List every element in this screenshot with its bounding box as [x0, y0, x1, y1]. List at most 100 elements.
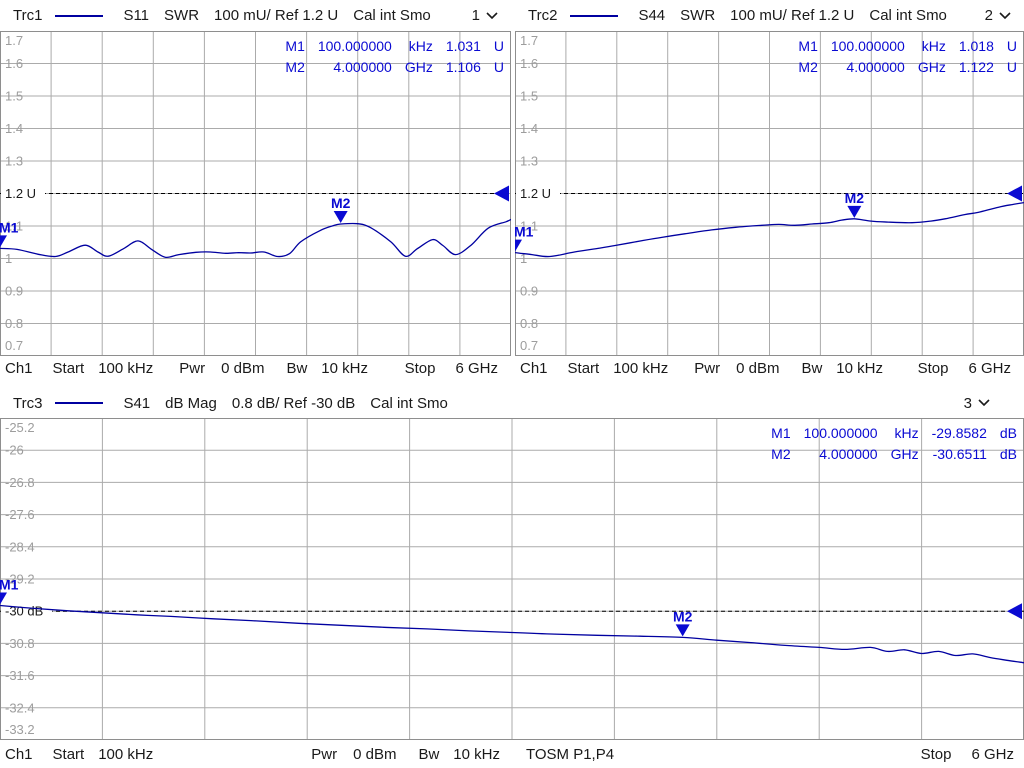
start-value[interactable]: 100 kHz: [613, 360, 668, 377]
cal-info-label[interactable]: TOSM P1,P4: [526, 746, 614, 763]
marker-name: M2: [771, 446, 791, 462]
marker-readout[interactable]: M1 100.000000 kHz 1.018 U M2 4.000000 GHz 1.122 U: [798, 36, 1018, 78]
marker-readout-row: M1 100.000000 kHz 1.031 U: [285, 36, 505, 57]
vna-trace-display: Trc1 S11 SWR 100 mU/ Ref 1.2 U Cal int S…: [0, 0, 1024, 768]
y-axis-tick-label: -27.6: [5, 507, 35, 522]
y-axis-tick-label: 1.7: [520, 33, 538, 48]
bandwidth-value[interactable]: 10 kHz: [453, 746, 500, 763]
start-value[interactable]: 100 kHz: [98, 360, 153, 377]
marker-response-unit: U: [493, 59, 504, 75]
channel-label[interactable]: Ch1: [5, 746, 33, 763]
marker-name: M2: [798, 59, 818, 75]
power-value[interactable]: 0 dBm: [353, 746, 396, 763]
plot-area-trc1: 1.7 1.6 1.5 1.4 1.3 1.2 U 1.1 1 0.9 0.8 0.7 M1 M2 M1…: [0, 31, 511, 356]
y-axis-tick-label: -26.8: [5, 475, 35, 490]
scale-ref-label[interactable]: 100 mU/ Ref 1.2 U: [730, 7, 854, 24]
bandwidth-value[interactable]: 10 kHz: [321, 360, 368, 377]
channel-footer: Ch1 Start 100 kHz Pwr 0 dBm Bw 10 kHz St…: [515, 356, 1024, 380]
y-axis-tick-label: -33.2: [5, 722, 35, 737]
bandwidth-label[interactable]: Bw: [286, 360, 307, 377]
stop-value[interactable]: 6 GHz: [968, 360, 1011, 377]
stop-label[interactable]: Stop: [918, 360, 949, 377]
marker-m2-icon[interactable]: M2: [845, 190, 865, 218]
power-label[interactable]: Pwr: [179, 360, 205, 377]
marker-m1-icon[interactable]: M1: [0, 576, 19, 605]
y-axis-tick-label: 1.3: [5, 154, 23, 169]
marker-stimulus-unit: kHz: [894, 425, 919, 441]
plot-area-trc3: -25.2 -26 -26.8 -27.6 -28.4 -29.2 -30 dB -30.8-…: [0, 418, 1024, 740]
format-label[interactable]: SWR: [164, 7, 199, 24]
svg-text:M2: M2: [845, 190, 865, 206]
marker-response: -30.6511: [932, 446, 987, 462]
marker-stimulus-unit: GHz: [917, 59, 946, 75]
marker-stimulus: 100.000000: [803, 425, 878, 441]
trace-header-trc3: Trc3 S41 dB Mag 0.8 dB/ Ref -30 dB Cal i…: [0, 388, 1024, 418]
marker-stimulus: 4.000000: [846, 59, 905, 75]
format-label[interactable]: dB Mag: [165, 395, 217, 412]
channel-selector[interactable]: 2: [985, 7, 1011, 24]
y-axis-tick-label: 1.6: [5, 56, 23, 71]
marker-response: 1.031: [445, 38, 481, 54]
start-label[interactable]: Start: [53, 746, 85, 763]
power-value[interactable]: 0 dBm: [736, 360, 779, 377]
marker-readout[interactable]: M1 100.000000 kHz 1.031 U M2 4.000000 GHz 1.106 U: [285, 36, 505, 78]
panel-trc2: Trc2 S44 SWR 100 mU/ Ref 1.2 U Cal int S…: [515, 0, 1024, 380]
sparam-label[interactable]: S44: [638, 7, 665, 24]
marker-readout-row: M2 4.000000 GHz 1.122 U: [798, 57, 1018, 78]
y-axis-tick-label: 0.8: [5, 316, 23, 331]
stop-value[interactable]: 6 GHz: [455, 360, 498, 377]
power-label[interactable]: Pwr: [311, 746, 337, 763]
channel-selector[interactable]: 3: [964, 395, 990, 412]
power-label[interactable]: Pwr: [694, 360, 720, 377]
chevron-down-icon: [999, 11, 1011, 19]
trace-name-label[interactable]: Trc2: [528, 7, 557, 24]
scale-ref-label[interactable]: 100 mU/ Ref 1.2 U: [214, 7, 338, 24]
bandwidth-value[interactable]: 10 kHz: [836, 360, 883, 377]
marker-response-unit: dB: [999, 446, 1017, 462]
scale-ref-label[interactable]: 0.8 dB/ Ref -30 dB: [232, 395, 355, 412]
marker-name: M2: [285, 59, 305, 75]
trace-header-trc2: Trc2 S44 SWR 100 mU/ Ref 1.2 U Cal int S…: [515, 0, 1024, 31]
ref-level-arrow-icon[interactable]: [494, 185, 509, 202]
top-panel-row: Trc1 S11 SWR 100 mU/ Ref 1.2 U Cal int S…: [0, 0, 1024, 380]
marker-stimulus-unit: GHz: [404, 59, 433, 75]
trace-name-label[interactable]: Trc1: [13, 7, 42, 24]
bandwidth-label[interactable]: Bw: [801, 360, 822, 377]
start-label[interactable]: Start: [53, 360, 85, 377]
ref-level-arrow-icon[interactable]: [1007, 185, 1022, 202]
y-axis-tick-label: 0.8: [520, 316, 538, 331]
format-label[interactable]: SWR: [680, 7, 715, 24]
marker-m1-icon[interactable]: M1: [515, 224, 534, 252]
channel-number: 1: [471, 7, 480, 24]
stop-label[interactable]: Stop: [405, 360, 436, 377]
y-axis-tick-label: -32.4: [5, 700, 35, 715]
trace-header-trc1: Trc1 S11 SWR 100 mU/ Ref 1.2 U Cal int S…: [0, 0, 511, 31]
y-axis-tick-label: 1.4: [5, 121, 23, 136]
marker-m2-icon[interactable]: M2: [331, 195, 351, 224]
stop-label[interactable]: Stop: [921, 746, 952, 763]
sparam-label[interactable]: S11: [123, 7, 149, 24]
marker-name: M1: [798, 38, 818, 54]
bandwidth-label[interactable]: Bw: [418, 746, 439, 763]
start-label[interactable]: Start: [568, 360, 600, 377]
trace-name-label[interactable]: Trc3: [13, 395, 42, 412]
marker-readout[interactable]: M1 100.000000 kHz -29.8582 dB M2 4.000000 GHz -3…: [771, 423, 1018, 465]
marker-m1-icon[interactable]: M1: [0, 219, 19, 248]
marker-readout-row: M1 100.000000 kHz -29.8582 dB: [771, 423, 1018, 444]
marker-stimulus: 4.000000: [333, 59, 392, 75]
channel-label[interactable]: Ch1: [5, 360, 33, 377]
channel-selector[interactable]: 1: [472, 7, 498, 24]
marker-response: -29.8582: [931, 425, 987, 441]
panel-trc1: Trc1 S11 SWR 100 mU/ Ref 1.2 U Cal int S…: [0, 0, 511, 380]
sparam-label[interactable]: S41: [123, 395, 150, 412]
power-value[interactable]: 0 dBm: [221, 360, 264, 377]
trace-color-sample: [570, 14, 619, 17]
stop-value[interactable]: 6 GHz: [971, 746, 1014, 763]
y-axis-tick-label: 0.9: [5, 284, 23, 299]
svg-text:M1: M1: [0, 219, 19, 235]
y-axis-tick-label: 0.7: [520, 338, 538, 353]
start-value[interactable]: 100 kHz: [98, 746, 153, 763]
marker-m2-icon[interactable]: M2: [673, 608, 693, 637]
channel-label[interactable]: Ch1: [520, 360, 548, 377]
ref-level-arrow-icon[interactable]: [1007, 603, 1022, 620]
